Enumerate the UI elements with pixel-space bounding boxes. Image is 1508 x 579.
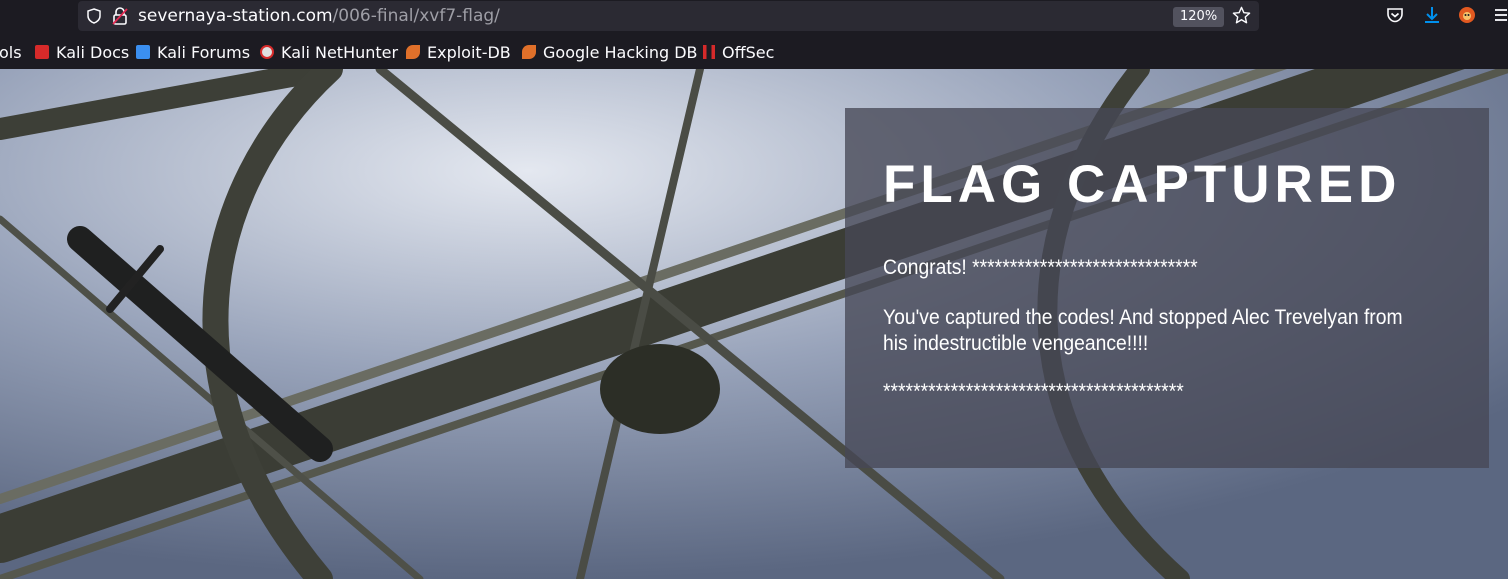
address-bar[interactable]: severnaya-station.com/006-final/xvf7-fla… bbox=[78, 1, 1259, 31]
offsec-icon bbox=[703, 45, 715, 59]
url-text[interactable]: severnaya-station.com/006-final/xvf7-fla… bbox=[138, 6, 500, 26]
flag-captured-panel: FLAG CAPTURED Congrats! ****************… bbox=[845, 108, 1489, 468]
page-content: FLAG CAPTURED Congrats! ****************… bbox=[0, 69, 1508, 579]
bookmark-kali-nethunter[interactable]: Kali NetHunter bbox=[260, 42, 398, 62]
bookmark-label: Google Hacking DB bbox=[543, 42, 698, 62]
congrats-text: Congrats! ****************************** bbox=[883, 256, 1198, 279]
bookmark-label: Kali NetHunter bbox=[281, 42, 399, 62]
bookmark-label: OffSec bbox=[722, 42, 775, 62]
insecure-lock-icon[interactable] bbox=[112, 7, 128, 25]
kali-forums-icon bbox=[136, 45, 150, 59]
bookmarks-toolbar: ols Kali Docs Kali Forums Kali NetHunter… bbox=[0, 35, 1508, 69]
bookmark-kali-docs[interactable]: Kali Docs bbox=[35, 42, 129, 62]
url-path: /006-final/xvf7-flag/ bbox=[332, 6, 500, 26]
downloads-icon[interactable] bbox=[1423, 6, 1441, 24]
bookmark-label: Kali Docs bbox=[56, 42, 130, 62]
nethunter-icon bbox=[260, 45, 274, 59]
bookmark-offsec[interactable]: OffSec bbox=[703, 42, 774, 62]
flag-title: FLAG CAPTURED bbox=[883, 155, 1402, 214]
ghdb-icon bbox=[522, 45, 536, 59]
bookmark-google-hacking-db[interactable]: Google Hacking DB bbox=[522, 42, 698, 62]
kali-docs-icon bbox=[35, 45, 49, 59]
menu-icon[interactable] bbox=[1494, 6, 1508, 24]
shield-icon[interactable] bbox=[86, 8, 102, 24]
bookmark-star-icon[interactable] bbox=[1232, 6, 1251, 25]
navigation-toolbar: severnaya-station.com/006-final/xvf7-fla… bbox=[0, 0, 1508, 35]
bookmark-label: Kali Forums bbox=[157, 42, 251, 62]
bookmark-tools[interactable]: ols bbox=[0, 42, 22, 62]
exploitdb-icon bbox=[406, 45, 420, 59]
zoom-level-button[interactable]: 120% bbox=[1173, 7, 1225, 27]
flag-message: You've captured the codes! And stopped A… bbox=[883, 306, 1403, 355]
bookmark-kali-forums[interactable]: Kali Forums bbox=[136, 42, 250, 62]
url-domain: severnaya-station.com bbox=[138, 6, 333, 26]
extension-fox-icon[interactable] bbox=[1458, 6, 1476, 24]
flag-footer-stars: **************************************** bbox=[883, 380, 1184, 403]
bookmark-exploit-db[interactable]: Exploit-DB bbox=[406, 42, 511, 62]
pocket-icon[interactable] bbox=[1386, 6, 1404, 24]
bookmark-label: Exploit-DB bbox=[427, 42, 511, 62]
bookmark-label: ols bbox=[0, 42, 22, 62]
